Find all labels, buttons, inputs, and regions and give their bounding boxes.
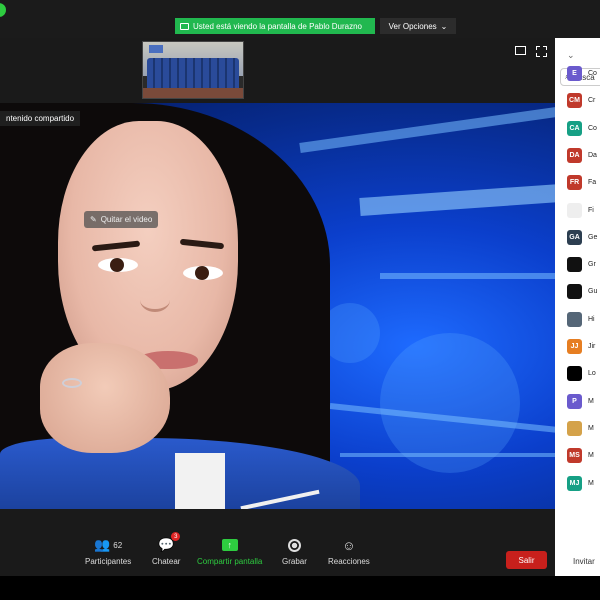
remove-video-label: Quitar el video bbox=[100, 215, 153, 224]
participant-count: 62 bbox=[113, 540, 123, 550]
avatar: E bbox=[567, 66, 582, 81]
avatar: GA bbox=[567, 229, 582, 245]
hand bbox=[40, 343, 170, 453]
participant-name: Gu bbox=[588, 288, 598, 296]
chevron-down-icon: ⌄ bbox=[440, 21, 448, 31]
fullscreen-icon[interactable] bbox=[536, 46, 547, 57]
participant-row[interactable]: PM bbox=[567, 393, 594, 409]
participant-name: Co bbox=[588, 124, 597, 132]
participant-name: Hi bbox=[588, 315, 595, 323]
taskbar-strip bbox=[0, 576, 600, 600]
chat-badge: 3 bbox=[171, 532, 181, 541]
shared-screen-content: ntenido compartido ✎ Quitar el video bbox=[0, 103, 555, 509]
avatar: FR bbox=[567, 175, 582, 191]
nose bbox=[140, 288, 170, 312]
right-eye bbox=[183, 266, 223, 280]
participant-name: Fa bbox=[588, 179, 597, 187]
avatar bbox=[567, 311, 582, 327]
reactions-label: Reacciones bbox=[328, 557, 370, 566]
top-bar: Usted está viendo la pantalla de Pablo D… bbox=[0, 0, 600, 38]
participant-row[interactable]: E Co bbox=[567, 66, 597, 81]
avatar: JJ bbox=[567, 339, 582, 354]
smiley-plus-icon: ☺ bbox=[342, 537, 356, 553]
participant-row[interactable]: GA Ge bbox=[567, 229, 598, 245]
screen-share-text: Usted está viendo la pantalla de Pablo D… bbox=[193, 21, 362, 31]
avatar: P bbox=[567, 393, 582, 409]
view-options-button[interactable]: Ver Opciones ⌄ bbox=[380, 18, 456, 34]
record-button[interactable]: Grabar bbox=[282, 536, 307, 566]
participants-button[interactable]: 👥 62 Participantes bbox=[85, 536, 131, 566]
shared-content-label: ntenido compartido bbox=[0, 111, 81, 126]
avatar bbox=[567, 202, 582, 218]
avatar bbox=[567, 420, 582, 436]
participant-name: Fi bbox=[588, 206, 594, 214]
participant-row[interactable]: MJ M bbox=[567, 475, 594, 491]
participant-row[interactable]: JJ Jir bbox=[567, 339, 595, 354]
view-options-label: Ver Opciones bbox=[388, 21, 437, 31]
participant-name: M bbox=[588, 452, 594, 460]
shirt-collar bbox=[175, 453, 225, 509]
left-eye bbox=[98, 258, 138, 272]
participant-name: M bbox=[588, 397, 594, 405]
participant-row[interactable]: Fi bbox=[567, 202, 594, 218]
status-indicator bbox=[0, 3, 6, 17]
share-screen-icon: ↑ bbox=[221, 539, 238, 551]
avatar: MS bbox=[567, 448, 582, 464]
chat-button[interactable]: 💬 3 Chatear bbox=[152, 532, 181, 566]
participant-row[interactable]: CA Co bbox=[567, 120, 597, 136]
collapse-chevron-icon[interactable]: ⌄ bbox=[567, 50, 575, 61]
monitor-icon bbox=[180, 22, 189, 30]
participant-row[interactable]: Gu bbox=[567, 284, 598, 300]
participant-row[interactable]: DA Da bbox=[567, 147, 597, 163]
avatar: CM bbox=[567, 93, 582, 109]
participant-name: Co bbox=[588, 70, 597, 77]
view-toggle-icon[interactable] bbox=[515, 46, 526, 55]
participant-name: Da bbox=[588, 151, 597, 159]
pin-icon: ✎ bbox=[90, 215, 97, 224]
participant-name: Ge bbox=[588, 233, 598, 241]
remove-video-button[interactable]: ✎ Quitar el video bbox=[84, 211, 159, 228]
participant-row[interactable]: Gr bbox=[567, 257, 596, 273]
participant-row[interactable]: Lo bbox=[567, 366, 596, 382]
share-screen-label: Compartir pantalla bbox=[197, 557, 263, 566]
participant-name: Lo bbox=[588, 370, 596, 378]
ring bbox=[62, 378, 82, 388]
record-icon bbox=[287, 538, 301, 552]
avatar bbox=[567, 257, 582, 273]
share-screen-button[interactable]: ↑ Compartir pantalla bbox=[197, 536, 262, 566]
participant-name: Cr bbox=[588, 97, 596, 105]
avatar: MJ bbox=[567, 475, 582, 491]
participant-name: Jir bbox=[588, 343, 596, 350]
meeting-toolbar: 👥 62 Participantes 💬 3 Chatear ↑ Compart… bbox=[0, 532, 555, 576]
screen-share-banner: Usted está viendo la pantalla de Pablo D… bbox=[175, 18, 375, 34]
video-thumbnail[interactable] bbox=[142, 41, 244, 99]
participant-row[interactable]: MS M bbox=[567, 448, 594, 464]
participant-row[interactable]: Hi bbox=[567, 311, 595, 327]
avatar bbox=[567, 284, 582, 300]
avatar: CA bbox=[567, 120, 582, 136]
leave-button[interactable]: Salir bbox=[506, 551, 547, 569]
record-label: Grabar bbox=[282, 557, 307, 566]
invite-button[interactable]: Invitar bbox=[573, 557, 595, 566]
participant-row[interactable]: FR Fa bbox=[567, 175, 597, 191]
participant-row[interactable]: CM Cr bbox=[567, 93, 596, 109]
participants-panel: ⌄ ⌕ Busca ECoCMCrCACoDADaFRFaFiGAGeGrGuH… bbox=[555, 38, 600, 576]
participant-name: M bbox=[588, 479, 594, 487]
participants-icon: 👥 bbox=[94, 537, 111, 552]
chat-label: Chatear bbox=[152, 557, 181, 566]
avatar bbox=[567, 366, 582, 382]
reactions-button[interactable]: ☺ Reacciones bbox=[328, 536, 370, 567]
participant-name: Gr bbox=[588, 261, 596, 269]
zoom-window: Usted está viendo la pantalla de Pablo D… bbox=[0, 0, 600, 600]
participants-label: Participantes bbox=[85, 557, 132, 566]
participant-name: M bbox=[588, 424, 594, 432]
participant-row[interactable]: M bbox=[567, 420, 594, 436]
avatar: DA bbox=[567, 147, 582, 163]
